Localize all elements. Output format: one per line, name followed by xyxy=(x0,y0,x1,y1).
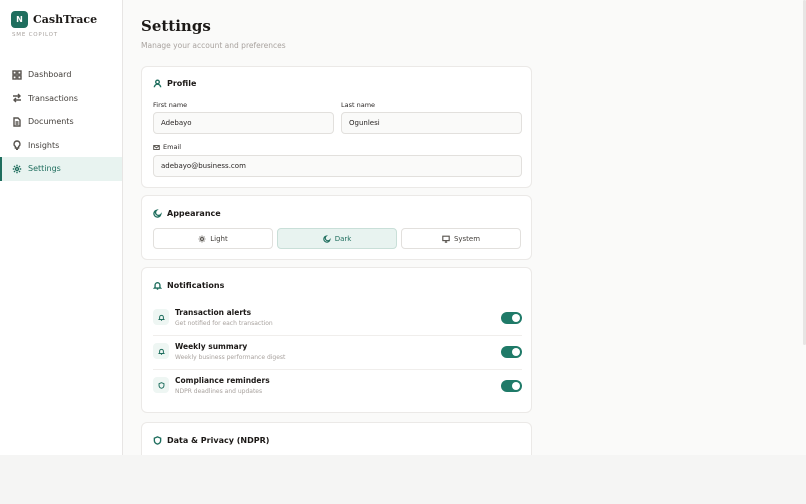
theme-system-option[interactable]: System xyxy=(401,228,521,249)
logo: N xyxy=(11,11,28,28)
privacy-card: Data & Privacy (NDPR) xyxy=(141,422,532,455)
shield-icon xyxy=(158,381,164,389)
toggle-knob xyxy=(512,314,520,322)
sidebar-nav: Dashboard Transactions Documents Insight… xyxy=(0,63,122,181)
brand[interactable]: N CashTrace xyxy=(0,0,122,28)
privacy-heading-text: Data & Privacy (NDPR) xyxy=(167,436,270,445)
transaction-alerts-toggle[interactable] xyxy=(501,312,522,324)
notification-icon-box xyxy=(153,343,169,359)
notification-row-weekly-summary: Weekly summary Weekly business performan… xyxy=(153,336,522,370)
page-title: Settings xyxy=(141,17,211,35)
notification-row-transaction-alerts: Transaction alerts Get notified for each… xyxy=(153,302,522,336)
sidebar-item-dashboard[interactable]: Dashboard xyxy=(0,63,122,87)
appearance-heading: Appearance xyxy=(153,209,221,218)
notifications-heading: Notifications xyxy=(153,281,224,290)
monitor-icon xyxy=(442,235,450,243)
mail-icon xyxy=(153,144,160,150)
sidebar-item-documents[interactable]: Documents xyxy=(0,110,122,134)
notification-title: Transaction alerts xyxy=(175,308,252,317)
sidebar-item-insights[interactable]: Insights xyxy=(0,134,122,158)
email-label: Email xyxy=(153,143,181,151)
compliance-reminders-toggle[interactable] xyxy=(501,380,522,392)
sidebar: N CashTrace SME COPILOT Dashboard Transa… xyxy=(0,0,123,455)
notification-description: Weekly business performance digest xyxy=(175,354,286,361)
last-name-field[interactable]: Ogunlesi xyxy=(341,112,522,134)
first-name-label: First name xyxy=(153,101,188,109)
toggle-knob xyxy=(512,348,520,356)
app-window: N CashTrace SME COPILOT Dashboard Transa… xyxy=(0,0,806,455)
theme-dark-option[interactable]: Dark xyxy=(277,228,397,249)
page-subtitle: Manage your account and preferences xyxy=(141,41,286,50)
bell-icon xyxy=(157,348,165,355)
sidebar-item-settings[interactable]: Settings xyxy=(0,157,122,181)
notification-title: Compliance reminders xyxy=(175,376,270,385)
sidebar-item-label: Transactions xyxy=(28,93,78,103)
document-icon xyxy=(13,117,21,127)
profile-card: Profile First name Adebayo Last name Ogu… xyxy=(141,66,532,188)
sidebar-item-transactions[interactable]: Transactions xyxy=(0,87,122,111)
notification-icon-box xyxy=(153,377,169,393)
sun-icon xyxy=(198,235,206,242)
shield-icon xyxy=(153,436,162,445)
notifications-card: Notifications Transaction alerts Get not… xyxy=(141,267,532,413)
email-field[interactable]: adebayo@business.com xyxy=(153,155,522,177)
sidebar-item-label: Documents xyxy=(28,117,74,127)
privacy-heading: Data & Privacy (NDPR) xyxy=(153,436,269,445)
sidebar-item-label: Insights xyxy=(28,140,60,150)
theme-option-label: Light xyxy=(210,234,228,243)
bell-icon xyxy=(157,314,165,321)
arrows-icon xyxy=(13,93,21,103)
profile-heading: Profile xyxy=(153,79,196,88)
grid-icon xyxy=(12,70,22,80)
profile-heading-text: Profile xyxy=(167,79,197,88)
notification-title: Weekly summary xyxy=(175,342,248,351)
brand-name: CashTrace xyxy=(33,13,98,26)
lightbulb-icon xyxy=(13,140,21,151)
first-name-field[interactable]: Adebayo xyxy=(153,112,334,134)
last-name-label: Last name xyxy=(341,101,376,109)
sidebar-item-label: Dashboard xyxy=(28,70,72,80)
email-label-text: Email xyxy=(163,143,182,151)
moon-icon xyxy=(153,209,162,218)
theme-option-label: System xyxy=(453,234,481,243)
notification-row-compliance-reminders: Compliance reminders NDPR deadlines and … xyxy=(153,370,522,404)
notifications-heading-text: Notifications xyxy=(167,281,225,290)
notification-description: NDPR deadlines and updates xyxy=(175,388,263,395)
main-content: Settings Manage your account and prefere… xyxy=(123,0,806,455)
bell-icon xyxy=(153,282,162,290)
toggle-knob xyxy=(512,382,520,390)
notification-description: Get notified for each transaction xyxy=(175,320,273,327)
appearance-heading-text: Appearance xyxy=(167,209,221,218)
gear-icon xyxy=(12,164,22,173)
theme-option-label: Dark xyxy=(334,234,352,243)
sidebar-item-label: Settings xyxy=(28,164,61,174)
notification-icon-box xyxy=(153,309,169,325)
user-icon xyxy=(153,79,162,88)
theme-light-option[interactable]: Light xyxy=(153,228,273,249)
appearance-card: Appearance Light Dark System xyxy=(141,195,532,260)
brand-subtitle: SME COPILOT xyxy=(12,32,58,38)
moon-icon xyxy=(322,234,331,243)
weekly-summary-toggle[interactable] xyxy=(501,346,522,358)
